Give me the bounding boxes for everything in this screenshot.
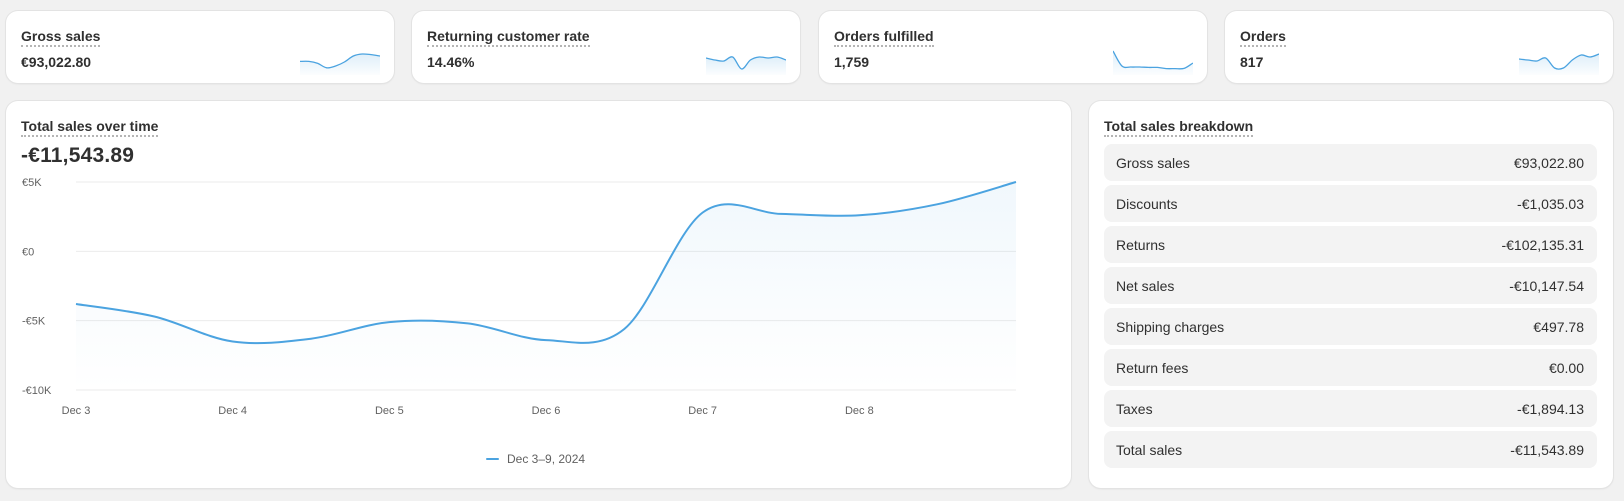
row-label: Shipping charges [1116,318,1225,335]
legend-line-icon [486,458,499,460]
sparkline [300,53,380,75]
y-tick-label: -€5K [22,316,46,328]
row-value: -€10,147.54 [1509,277,1584,294]
row-value: €497.78 [1533,318,1584,335]
chart-legend[interactable]: Dec 3–9, 2024 [486,452,585,466]
breakdown-row-net-sales: Net sales -€10,147.54 [1104,267,1597,304]
breakdown-list: Gross sales €93,022.80 Discounts -€1,035.0… [1104,144,1597,472]
y-tick-label: -€10K [22,385,52,397]
row-value: €93,022.80 [1513,154,1584,171]
x-tick-label: Dec 5 [375,405,404,417]
metric-value: 817 [1240,54,1264,70]
breakdown-row-taxes: Taxes -€1,894.13 [1104,390,1597,427]
sparkline [1113,50,1193,75]
sparkline-area [1519,54,1599,75]
row-value: -€102,135.31 [1501,236,1584,253]
row-label: Taxes [1116,400,1153,417]
row-value: -€1,035.03 [1517,195,1584,212]
metric-value: 1,759 [834,54,870,70]
legend-label: Dec 3–9, 2024 [507,452,586,466]
metric-title[interactable]: Returning customer rate [427,28,590,47]
metric-value: 14.46% [427,54,475,70]
sparkline-area [1113,51,1193,75]
metric-value: €93,022.80 [21,54,92,70]
metric-title[interactable]: Gross sales [21,28,101,47]
total-sales-over-time-card: Total sales over time -€11,543.89 €5K €0-… [6,101,1071,488]
total-sales-breakdown-card: Total sales breakdown Gross sales €93,022… [1089,101,1613,488]
row-label: Net sales [1116,277,1175,294]
metric-card-returning-customer-rate[interactable]: Returning customer rate 14.46% [412,11,800,83]
x-tick-label: Dec 4 [218,405,247,417]
row-value: €0.00 [1548,359,1584,376]
breakdown-row-discounts: Discounts -€1,035.03 [1104,185,1597,222]
row-label: Return fees [1116,359,1189,376]
metric-title[interactable]: Orders [1240,28,1286,47]
x-tick-label: Dec 3 [62,405,91,417]
row-label: Returns [1116,236,1166,253]
breakdown-row-return-fees: Return fees €0.00 [1104,349,1597,386]
metric-card-orders-fulfilled[interactable]: Orders fulfilled 1,759 [819,11,1207,83]
metric-title[interactable]: Orders fulfilled [834,28,934,47]
sparkline [1519,53,1599,75]
x-tick-label: Dec 6 [532,405,561,417]
row-value: -€1,894.13 [1517,400,1584,417]
metric-card-orders[interactable]: Orders 817 [1225,11,1613,83]
sparkline [706,56,786,75]
x-tick-label: Dec 7 [688,405,717,417]
x-tick-label: Dec 8 [845,405,874,417]
metric-card-gross-sales[interactable]: Gross sales €93,022.80 [6,11,394,83]
breakdown-row-total-sales: Total sales -€11,543.89 [1104,431,1597,468]
row-label: Gross sales [1116,154,1190,171]
row-value: -€11,543.89 [1510,441,1584,458]
breakdown-row-returns: Returns -€102,135.31 [1104,226,1597,263]
y-tick-label: €0 [22,246,34,258]
row-label: Discounts [1116,195,1178,212]
breakdown-row-gross-sales: Gross sales €93,022.80 [1104,144,1597,181]
breakdown-title[interactable]: Total sales breakdown [1104,118,1254,137]
sales-line-chart[interactable]: €5K €0 -€5K -€10K Dec 3 Dec 4 Dec 5 Dec 6 Dec 7 D… [6,101,1071,488]
y-tick-label: €5K [22,177,42,189]
sparkline-line [1113,50,1193,70]
breakdown-row-shipping-charges: Shipping charges €497.78 [1104,308,1597,345]
row-label: Total sales [1116,441,1183,458]
